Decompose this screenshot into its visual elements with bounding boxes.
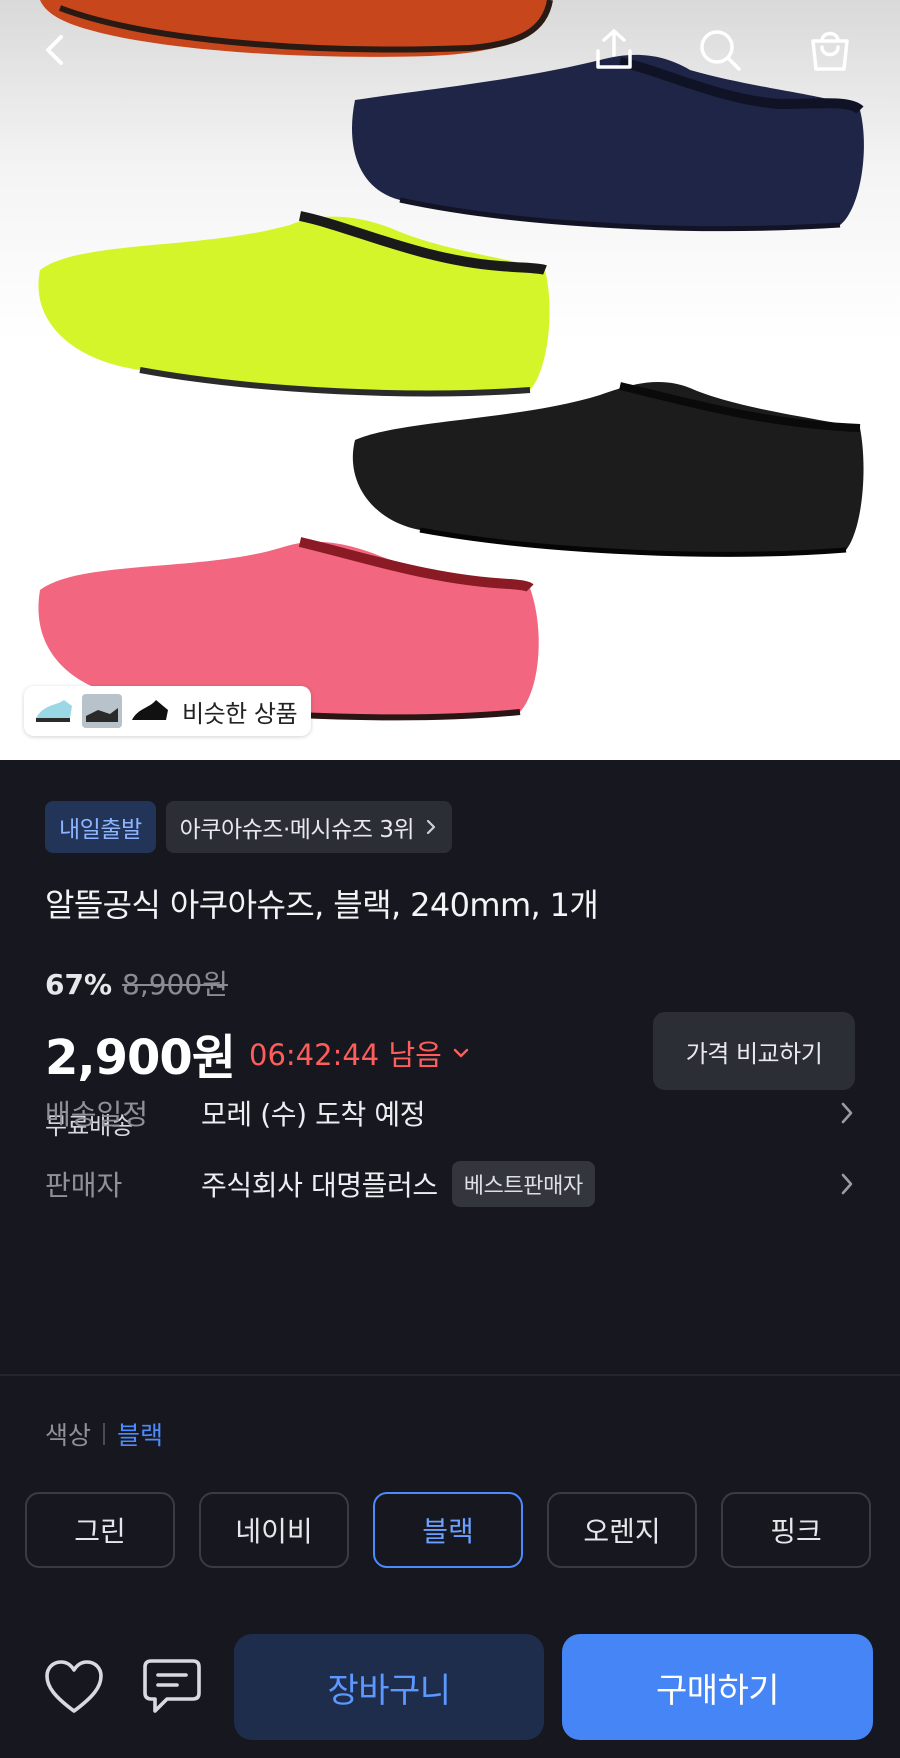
bottom-action-bar: 장바구니 구매하기 bbox=[0, 1612, 900, 1758]
color-option-pink[interactable]: 핑크 bbox=[721, 1492, 871, 1568]
original-price: 8,900원 bbox=[122, 968, 228, 1001]
product-title: 알뜰공식 아쿠아슈즈, 블랙, 240mm, 1개 bbox=[45, 886, 599, 924]
countdown-text: 06:42:44 남음 bbox=[249, 1038, 442, 1072]
similar-products-button[interactable]: 비슷한 상품 bbox=[24, 686, 312, 736]
delivery-schedule-row[interactable]: 배송일정 모레 (수) 도착 예정 bbox=[45, 1088, 855, 1138]
delivery-value: 모레 (수) 도착 예정 bbox=[201, 1098, 426, 1131]
similar-products-label: 비슷한 상품 bbox=[182, 699, 298, 728]
inquiry-button[interactable] bbox=[134, 1649, 210, 1725]
similar-thumbnail bbox=[34, 694, 74, 728]
similar-thumbnail bbox=[130, 694, 170, 728]
selected-color: 블랙 bbox=[117, 1421, 164, 1450]
sale-price: 2,900원 bbox=[45, 1030, 236, 1086]
color-label: 색상 bbox=[45, 1421, 92, 1450]
chevron-down-icon bbox=[453, 1048, 469, 1058]
share-icon bbox=[596, 29, 632, 69]
heart-icon bbox=[45, 1660, 103, 1713]
chevron-right-icon bbox=[841, 1173, 853, 1195]
seller-label: 판매자 bbox=[45, 1169, 123, 1202]
chevron-right-icon bbox=[426, 819, 436, 835]
share-button[interactable] bbox=[584, 20, 644, 80]
shopping-bag-icon bbox=[811, 31, 849, 71]
back-button[interactable] bbox=[26, 20, 86, 80]
badge-row: 내일출발 아쿠아슈즈·메시슈즈 3위 bbox=[45, 801, 452, 853]
separator bbox=[103, 1423, 106, 1445]
similar-thumbnail bbox=[82, 694, 122, 728]
chevron-left-icon bbox=[46, 35, 63, 65]
search-icon bbox=[700, 30, 741, 71]
product-photo bbox=[38, 0, 864, 721]
price-row: 2,900원 06:42:44 남음 bbox=[45, 1018, 470, 1088]
color-options: 그린 네이비 블랙 오렌지 핑크 bbox=[25, 1492, 871, 1568]
compare-price-button[interactable]: 가격 비교하기 bbox=[653, 1012, 855, 1090]
color-option-navy[interactable]: 네이비 bbox=[199, 1492, 349, 1568]
delivery-label: 배송일정 bbox=[45, 1098, 149, 1131]
color-header: 색상 블랙 bbox=[45, 1416, 163, 1452]
cart-button[interactable] bbox=[800, 20, 860, 80]
buy-now-button[interactable]: 구매하기 bbox=[562, 1634, 873, 1740]
color-option-orange[interactable]: 오렌지 bbox=[547, 1492, 697, 1568]
category-rank-label: 아쿠아슈즈·메시슈즈 3위 bbox=[179, 817, 415, 843]
section-divider bbox=[0, 1374, 900, 1376]
color-option-green[interactable]: 그린 bbox=[25, 1492, 175, 1568]
seller-row[interactable]: 판매자 주식회사 대명플러스 베스트판매자 bbox=[45, 1159, 855, 1209]
delivery-badge: 내일출발 bbox=[45, 801, 156, 853]
discount-row: 67% 8,900원 bbox=[45, 963, 228, 1003]
wishlist-button[interactable] bbox=[36, 1649, 112, 1725]
product-info: 내일출발 아쿠아슈즈·메시슈즈 3위 알뜰공식 아쿠아슈즈, 블랙, 240mm… bbox=[0, 760, 900, 1758]
add-to-cart-button[interactable]: 장바구니 bbox=[234, 1634, 544, 1740]
discount-percent: 67% bbox=[45, 968, 113, 1001]
chat-icon bbox=[143, 1659, 201, 1713]
product-image[interactable]: 비슷한 상품 bbox=[0, 0, 900, 760]
category-rank-badge[interactable]: 아쿠아슈즈·메시슈즈 3위 bbox=[165, 801, 452, 853]
seller-name: 주식회사 대명플러스 bbox=[201, 1169, 438, 1202]
countdown-timer[interactable]: 06:42:44 남음 bbox=[249, 1032, 470, 1074]
chevron-right-icon bbox=[841, 1102, 853, 1124]
best-seller-badge: 베스트판매자 bbox=[451, 1161, 595, 1207]
search-button[interactable] bbox=[690, 20, 750, 80]
color-option-black[interactable]: 블랙 bbox=[373, 1492, 523, 1568]
